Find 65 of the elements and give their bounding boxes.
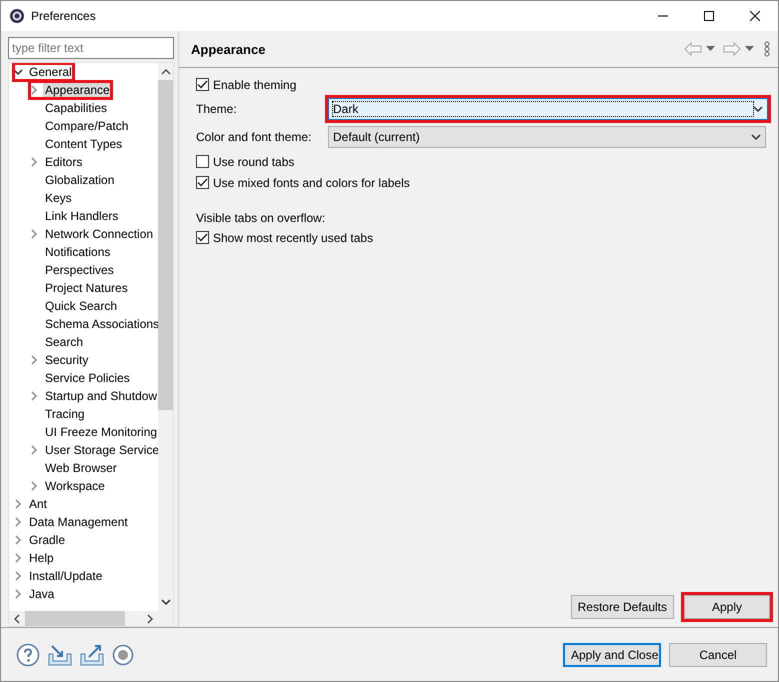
field-label: Theme: bbox=[196, 102, 238, 116]
tree-item[interactable]: Perspectives bbox=[43, 262, 116, 278]
tree-item[interactable]: Java bbox=[27, 586, 56, 602]
tree-item[interactable]: Editors bbox=[43, 154, 84, 170]
forward-arrow-icon[interactable] bbox=[723, 42, 741, 56]
field-label: Color and font theme: bbox=[196, 130, 312, 144]
button[interactable]: Restore Defaults bbox=[570, 595, 674, 619]
dropdown[interactable]: Dark bbox=[328, 98, 768, 120]
tree-item[interactable]: Capabilities bbox=[43, 100, 110, 116]
close-icon[interactable] bbox=[750, 11, 760, 21]
tree-item[interactable]: Gradle bbox=[27, 532, 68, 548]
tree-item[interactable]: Quick Search bbox=[43, 298, 120, 314]
button[interactable]: Apply and Close bbox=[563, 642, 661, 666]
tree-item[interactable]: Compare/Patch bbox=[43, 118, 130, 134]
scrollbar-thumb[interactable] bbox=[25, 611, 125, 626]
tree-item[interactable]: Workspace bbox=[43, 478, 107, 494]
checkbox[interactable] bbox=[196, 231, 209, 244]
tree-item[interactable]: Help bbox=[27, 550, 56, 566]
record-icon[interactable] bbox=[112, 644, 134, 666]
help-icon[interactable] bbox=[16, 642, 40, 666]
import-icon[interactable] bbox=[48, 644, 72, 666]
caret-icon[interactable] bbox=[745, 46, 754, 52]
tree-item[interactable]: UI Freeze Monitoring bbox=[43, 424, 158, 440]
tree-item[interactable]: Security bbox=[43, 352, 90, 368]
maximize-icon[interactable] bbox=[704, 11, 714, 21]
tree-item[interactable]: Startup and Shutdow bbox=[43, 388, 158, 404]
chevron-icon[interactable] bbox=[29, 84, 39, 96]
checkbox-label[interactable]: Enable theming bbox=[213, 78, 296, 92]
tree-item[interactable]: Network Connection bbox=[43, 226, 156, 242]
tree-item[interactable]: Web Browser bbox=[43, 460, 119, 476]
tree-item[interactable]: Install/Update bbox=[27, 568, 104, 584]
checkbox[interactable] bbox=[196, 78, 209, 91]
tree-item[interactable]: Notifications bbox=[43, 244, 112, 260]
tree-item[interactable]: Content Types bbox=[43, 136, 124, 152]
tree-item[interactable]: Tracing bbox=[43, 406, 87, 422]
tree-item[interactable]: Data Management bbox=[27, 514, 130, 530]
tree-item[interactable]: Service Policies bbox=[43, 370, 132, 386]
dropdown[interactable]: Default (current) bbox=[328, 126, 766, 148]
filter-field[interactable]: type filter text bbox=[8, 37, 174, 59]
gear-icon bbox=[9, 8, 25, 24]
tree-item[interactable]: Project Natures bbox=[43, 280, 130, 296]
back-arrow-icon[interactable] bbox=[684, 42, 702, 56]
caret-icon[interactable] bbox=[706, 46, 715, 52]
checkbox[interactable] bbox=[196, 155, 209, 168]
export-icon[interactable] bbox=[80, 644, 104, 666]
tree-item[interactable]: Keys bbox=[43, 190, 74, 206]
scrollbar[interactable] bbox=[9, 611, 158, 626]
tree-item[interactable]: Ant bbox=[27, 496, 50, 512]
tree-item[interactable]: Search bbox=[43, 334, 86, 350]
button[interactable]: Apply bbox=[684, 595, 770, 619]
tree-item[interactable]: General bbox=[27, 64, 74, 80]
scrollbar[interactable] bbox=[158, 63, 173, 611]
tree-item[interactable]: Appearance bbox=[43, 82, 112, 98]
checkbox-label[interactable]: Use mixed fonts and colors for labels bbox=[213, 176, 410, 190]
menu-icon[interactable] bbox=[764, 41, 770, 57]
page-title: Appearance bbox=[191, 42, 266, 56]
checkbox-label[interactable]: Use round tabs bbox=[213, 154, 294, 168]
checkbox-label[interactable]: Show most recently used tabs bbox=[213, 230, 374, 244]
scrollbar-thumb[interactable] bbox=[158, 80, 173, 410]
tree-item[interactable]: Link Handlers bbox=[43, 208, 120, 224]
tree-item[interactable]: Globalization bbox=[43, 172, 116, 188]
window-title: Preferences bbox=[31, 9, 97, 23]
checkbox[interactable] bbox=[196, 176, 209, 189]
button[interactable]: Cancel bbox=[669, 642, 767, 666]
section-label: Visible tabs on overflow: bbox=[196, 211, 326, 225]
